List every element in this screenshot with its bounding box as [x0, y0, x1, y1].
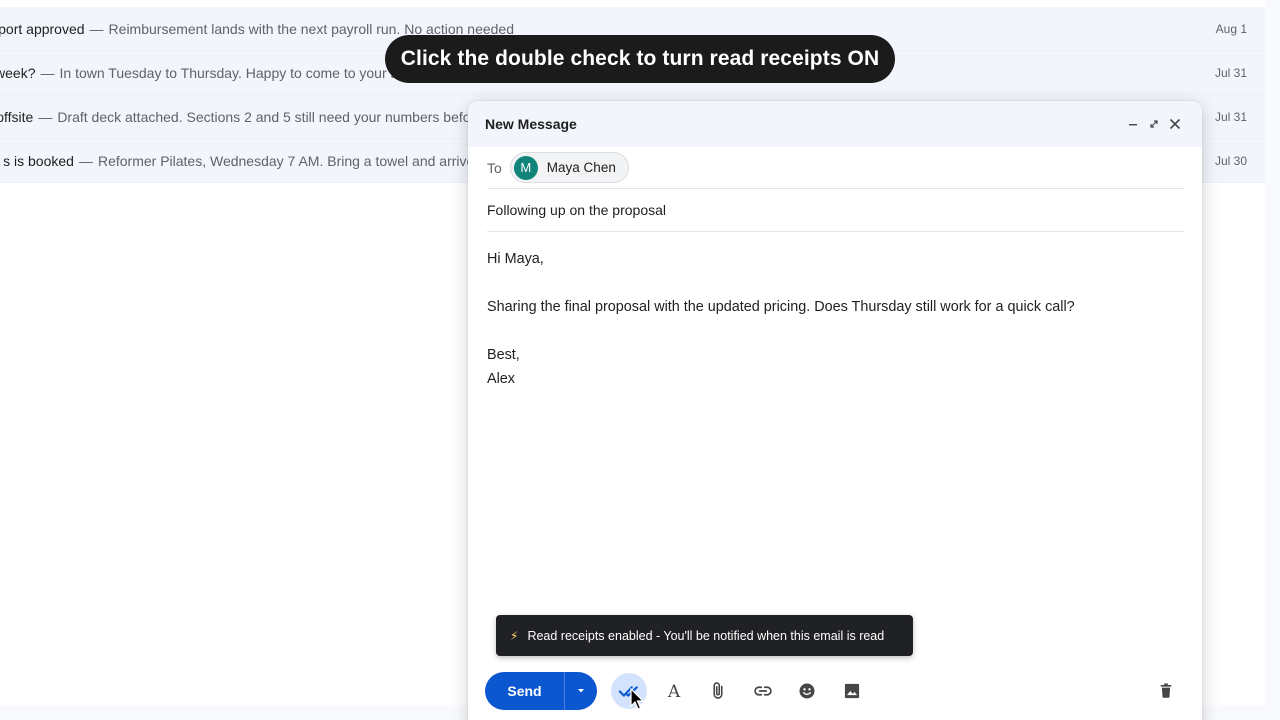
- mouse-cursor-icon: [630, 688, 645, 710]
- minimize-icon[interactable]: [1123, 114, 1143, 134]
- mail-snippet: Draft deck attached. Sections 2 and 5 st…: [57, 109, 483, 125]
- send-button-group: Send: [485, 672, 597, 710]
- emoji-button[interactable]: [789, 673, 825, 709]
- mail-subject: nse report approved: [0, 21, 85, 37]
- close-icon[interactable]: [1165, 114, 1185, 134]
- svg-text:A: A: [666, 682, 680, 701]
- discard-draft-button[interactable]: [1148, 673, 1184, 709]
- body-blank-line: [487, 319, 1183, 343]
- read-receipt-toast: ⚡ Read receipts enabled - You'll be noti…: [496, 615, 913, 656]
- instruction-banner: Click the double check to turn read rece…: [385, 35, 895, 83]
- format-text-button[interactable]: A: [656, 673, 692, 709]
- subject-field[interactable]: Following up on the proposal: [487, 189, 1184, 232]
- separator: —: [78, 153, 93, 169]
- expand-icon[interactable]: [1144, 114, 1164, 134]
- attach-button[interactable]: [700, 673, 736, 709]
- avatar: M: [513, 155, 538, 180]
- separator: —: [89, 21, 104, 37]
- mail-subject: ext week?: [0, 65, 36, 81]
- compose-toolbar: Send A: [485, 672, 1184, 710]
- attach-icon: [713, 682, 723, 699]
- body-paragraph: Sharing the final proposal with the upda…: [487, 299, 1075, 315]
- body-blank-line: [487, 271, 1183, 295]
- insert-link-button[interactable]: [745, 673, 781, 709]
- mail-date: Aug 1: [1215, 22, 1247, 36]
- mail-date: Jul 31: [1214, 110, 1247, 124]
- to-label: To: [487, 159, 502, 176]
- emoji-icon: [799, 683, 815, 699]
- link-icon: [753, 686, 772, 696]
- body-signoff: Best,: [487, 347, 520, 363]
- send-options-button[interactable]: [565, 672, 597, 710]
- format-text-icon: A: [666, 682, 680, 701]
- mail-date: Jul 30: [1214, 154, 1247, 168]
- chevron-down-icon: [578, 689, 584, 693]
- message-body[interactable]: Hi Maya, Sharing the final proposal with…: [468, 232, 1202, 391]
- trash-icon: [1160, 683, 1172, 698]
- mail-subject: s is booked: [3, 153, 74, 169]
- compose-title: New Message: [485, 116, 577, 132]
- bolt-icon: ⚡: [510, 628, 519, 643]
- recipient-chip[interactable]: M Maya Chen: [509, 152, 629, 183]
- insert-photo-button[interactable]: [834, 673, 870, 709]
- mail-snippet: Reformer Pilates, Wednesday 7 AM. Bring …: [97, 153, 500, 169]
- image-icon: [844, 683, 859, 699]
- mail-date: Jul 31: [1214, 66, 1247, 80]
- subject-text: Following up on the proposal: [487, 202, 667, 218]
- toast-text: Read receipts enabled - You'll be notifi…: [527, 628, 885, 643]
- body-greeting: Hi Maya,: [487, 251, 544, 267]
- recipient-name: Maya Chen: [546, 160, 616, 175]
- mail-subject: r the offsite: [0, 109, 34, 125]
- body-signature: Alex: [487, 371, 515, 387]
- to-field[interactable]: To M Maya Chen: [487, 147, 1184, 189]
- send-button[interactable]: Send: [485, 672, 565, 710]
- separator: —: [38, 109, 53, 125]
- compose-window: New Message To M Maya Chen Following up …: [468, 101, 1202, 720]
- separator: —: [40, 65, 55, 81]
- compose-header: New Message: [468, 101, 1202, 147]
